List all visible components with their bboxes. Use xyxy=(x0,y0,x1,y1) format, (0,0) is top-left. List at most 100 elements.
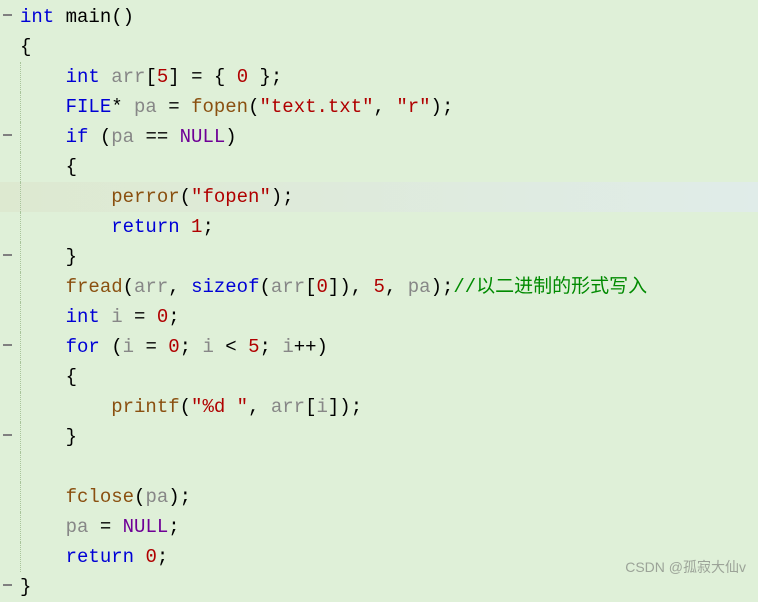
code-token xyxy=(20,216,111,238)
code-token: int xyxy=(20,6,54,28)
code-token: 0 xyxy=(168,336,179,358)
code-token: sizeof xyxy=(191,276,259,298)
code-token: , xyxy=(374,96,397,118)
code-token: 1 xyxy=(191,216,202,238)
code-token: ++) xyxy=(294,336,328,358)
code-line[interactable]: int i = 0; xyxy=(0,302,758,332)
code-token: ]); xyxy=(328,396,362,418)
code-token: ); xyxy=(431,96,454,118)
code-token xyxy=(54,6,65,28)
code-token xyxy=(20,276,66,298)
code-token xyxy=(20,96,66,118)
code-token: } xyxy=(20,576,31,598)
code-token: arr xyxy=(111,66,145,88)
code-token: 5 xyxy=(248,336,259,358)
code-token: printf xyxy=(111,396,179,418)
code-token: "%d " xyxy=(191,396,248,418)
code-token: ] = { xyxy=(168,66,236,88)
code-token: NULL xyxy=(123,516,169,538)
code-line[interactable]: if (pa == NULL) xyxy=(0,122,758,152)
code-line[interactable]: int arr[5] = { 0 }; xyxy=(0,62,758,92)
code-token: = xyxy=(123,306,157,328)
code-line[interactable]: } xyxy=(0,242,758,272)
code-line[interactable]: fread(arr, sizeof(arr[0]), 5, pa);//以二进制… xyxy=(0,272,758,302)
code-token: } xyxy=(20,426,77,448)
code-token: fclose xyxy=(66,486,134,508)
indent-guide xyxy=(20,452,21,482)
code-token: { xyxy=(20,156,77,178)
code-token: main xyxy=(66,6,112,28)
code-token: 5 xyxy=(374,276,385,298)
code-token xyxy=(20,486,66,508)
code-token: ); xyxy=(271,186,294,208)
code-token: ; xyxy=(157,546,168,568)
code-token: () xyxy=(111,6,134,28)
code-token xyxy=(20,186,111,208)
code-token: "fopen" xyxy=(191,186,271,208)
code-token: ( xyxy=(100,336,123,358)
code-token: ( xyxy=(180,396,191,418)
code-line[interactable]: FILE* pa = fopen("text.txt", "r"); xyxy=(0,92,758,122)
fold-marker-icon[interactable] xyxy=(3,344,12,346)
code-token xyxy=(180,216,191,238)
code-token: }; xyxy=(248,66,282,88)
code-token: [ xyxy=(145,66,156,88)
code-token: return xyxy=(111,216,179,238)
code-token: = xyxy=(157,96,191,118)
code-line[interactable]: return 0; xyxy=(0,542,758,572)
code-token xyxy=(20,516,66,538)
code-line[interactable]: printf("%d ", arr[i]); xyxy=(0,392,758,422)
code-token: ( xyxy=(123,276,134,298)
fold-marker-icon[interactable] xyxy=(3,134,12,136)
code-token: { xyxy=(20,36,31,58)
fold-marker-icon[interactable] xyxy=(3,14,12,16)
code-token: fread xyxy=(66,276,123,298)
code-token xyxy=(134,546,145,568)
code-token: 0 xyxy=(237,66,248,88)
code-token xyxy=(20,306,66,328)
code-token: pa xyxy=(66,516,89,538)
code-token: if xyxy=(66,126,89,148)
code-line[interactable]: { xyxy=(0,32,758,62)
code-line[interactable]: perror("fopen"); xyxy=(0,182,758,212)
code-token: pa xyxy=(145,486,168,508)
code-token xyxy=(100,66,111,88)
code-token: ; xyxy=(202,216,213,238)
code-token: ( xyxy=(259,276,270,298)
code-token: arr xyxy=(134,276,168,298)
code-token: 0 xyxy=(157,306,168,328)
code-line[interactable]: for (i = 0; i < 5; i++) xyxy=(0,332,758,362)
fold-marker-icon[interactable] xyxy=(3,434,12,436)
code-token: i xyxy=(111,306,122,328)
code-line[interactable]: } xyxy=(0,422,758,452)
code-token: for xyxy=(66,336,100,358)
code-line[interactable]: int main() xyxy=(0,2,758,32)
code-line[interactable]: return 1; xyxy=(0,212,758,242)
code-token: pa xyxy=(134,96,157,118)
code-token: ( xyxy=(248,96,259,118)
code-token: < xyxy=(214,336,248,358)
code-token xyxy=(20,336,66,358)
code-token: , xyxy=(248,396,271,418)
code-token: arr xyxy=(271,396,305,418)
code-line[interactable]: } xyxy=(0,572,758,602)
code-token: i xyxy=(282,336,293,358)
code-token: i xyxy=(202,336,213,358)
code-line[interactable] xyxy=(0,452,758,482)
code-token: 0 xyxy=(317,276,328,298)
code-line[interactable]: { xyxy=(0,152,758,182)
fold-marker-icon[interactable] xyxy=(3,254,12,256)
code-token: i xyxy=(317,396,328,418)
code-line[interactable]: { xyxy=(0,362,758,392)
code-token: ) xyxy=(225,126,236,148)
code-line[interactable]: pa = NULL; xyxy=(0,512,758,542)
code-token: { xyxy=(20,366,77,388)
code-editor[interactable]: int main(){ int arr[5] = { 0 }; FILE* pa… xyxy=(0,0,758,602)
fold-marker-icon[interactable] xyxy=(3,584,12,586)
code-line[interactable]: fclose(pa); xyxy=(0,482,758,512)
code-token: //以二进制的形式写入 xyxy=(453,276,647,298)
code-token: ); xyxy=(168,486,191,508)
code-token: ; xyxy=(168,516,179,538)
code-token: ( xyxy=(180,186,191,208)
code-token: fopen xyxy=(191,96,248,118)
